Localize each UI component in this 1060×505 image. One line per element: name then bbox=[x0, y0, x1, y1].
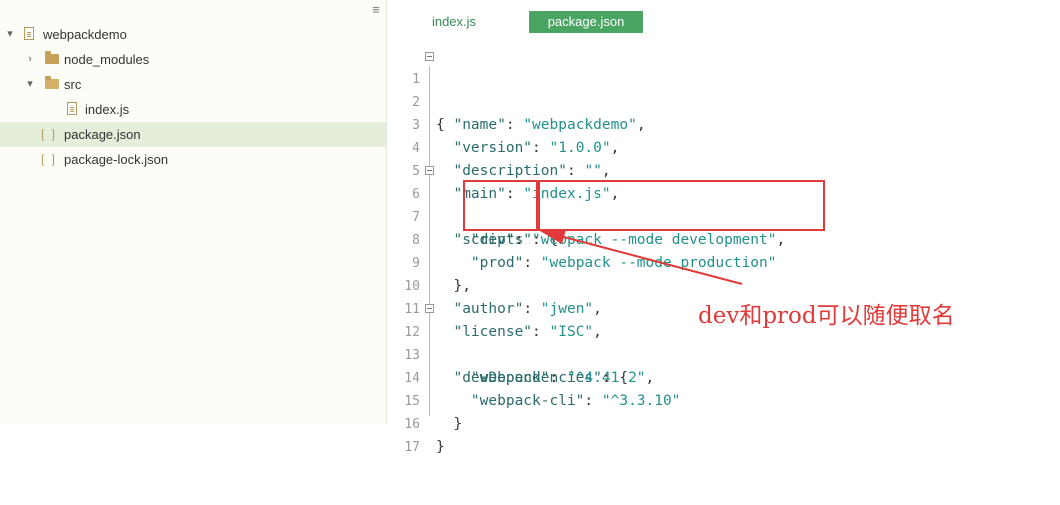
annotation-arrow bbox=[540, 230, 743, 285]
arrow-line bbox=[559, 235, 743, 285]
arrow-head-icon bbox=[540, 230, 566, 244]
line-number: 17 bbox=[404, 440, 420, 455]
annotation-text: dev和prod可以随便取名 bbox=[698, 303, 955, 329]
code-text: } bbox=[436, 439, 445, 455]
